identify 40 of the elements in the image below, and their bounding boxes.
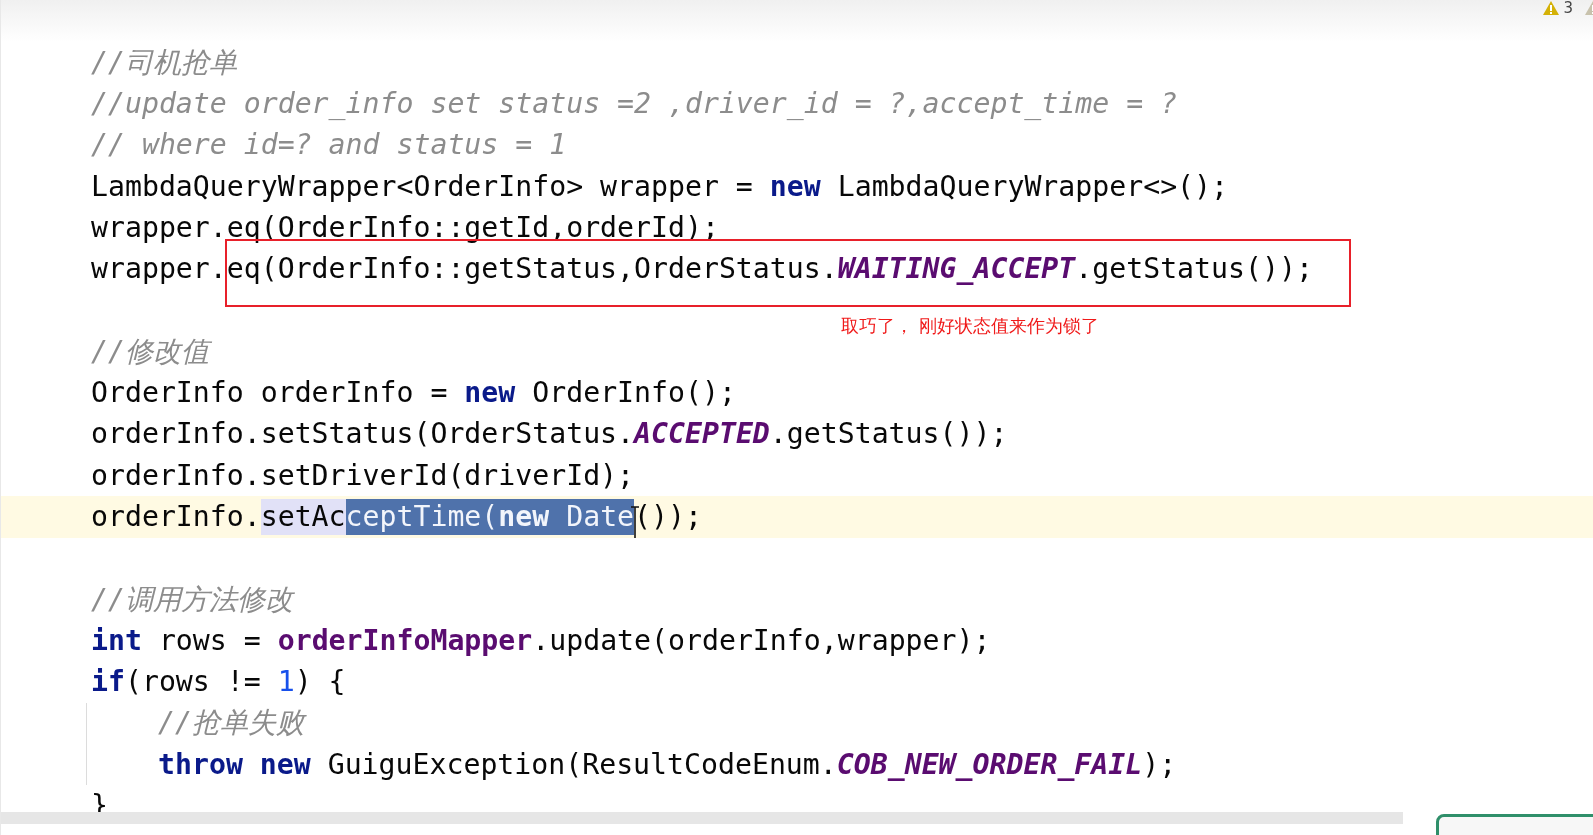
horizontal-scrollbar[interactable] bbox=[1, 812, 1403, 824]
code-text: wrapper.eq(OrderInfo::getId,orderId); bbox=[91, 209, 719, 246]
code-keyword: new bbox=[259, 746, 311, 783]
code-text: eq(OrderInfo::getStatus,OrderStatus. bbox=[226, 251, 838, 288]
code-text: ()); bbox=[634, 498, 702, 535]
code-text: GuiguException(ResultCodeEnum. bbox=[326, 746, 837, 783]
warning-count: 3 bbox=[1563, 0, 1573, 17]
code-text: orderInfo. bbox=[91, 498, 261, 535]
code-constant: ACCEPTED bbox=[634, 416, 770, 453]
code-text: ); bbox=[1142, 746, 1177, 783]
code-text: LambdaQueryWrapper<>(); bbox=[836, 168, 1229, 205]
code-field: orderInfoMapper bbox=[277, 622, 533, 659]
code-keyword: new bbox=[464, 375, 516, 411]
code-constant: WAITING_ACCEPT bbox=[837, 251, 1076, 288]
code-text: ) { bbox=[294, 664, 346, 701]
code-keyword: throw bbox=[158, 746, 243, 783]
code-text: OrderInfo orderInfo = bbox=[91, 375, 449, 411]
code-text: OrderInfo(); bbox=[531, 375, 736, 411]
code-text: orderInfo.setDriverId(driverId); bbox=[91, 457, 635, 494]
code-text: LambdaQueryWrapper<OrderInfo> wrapper = bbox=[91, 168, 754, 205]
selected-text: ceptTime( bbox=[345, 498, 499, 535]
code-comment: // where id=? and status = 1 bbox=[91, 127, 567, 164]
code-keyword: int bbox=[91, 622, 142, 659]
highlighted-text: setAc bbox=[260, 498, 346, 535]
code-comment: //司机抢单 bbox=[91, 44, 237, 81]
code-comment: //调用方法修改 bbox=[91, 581, 293, 618]
selected-text: new bbox=[498, 498, 550, 535]
code-keyword: new bbox=[769, 168, 821, 205]
code-keyword: if bbox=[91, 664, 125, 701]
code-text: .getStatus()); bbox=[1075, 251, 1313, 288]
code-constant: COB_NEW_ORDER_FAIL bbox=[836, 746, 1143, 783]
code-text: (rows != bbox=[124, 664, 262, 701]
code-text: .update(orderInfo,wrapper); bbox=[532, 622, 991, 659]
warning-icon[interactable] bbox=[1543, 1, 1560, 15]
code-text: wrapper. bbox=[91, 251, 227, 288]
code-number: 1 bbox=[277, 664, 295, 701]
code-text: rows = bbox=[157, 622, 262, 659]
code-text: .getStatus()); bbox=[769, 416, 1008, 453]
annotation-note: 取巧了， 刚好状态值来作为锁了 bbox=[841, 313, 1099, 338]
code-comment: //update order_info set status =2 ,driver_id = ?,accept_time = ? bbox=[91, 85, 1178, 122]
